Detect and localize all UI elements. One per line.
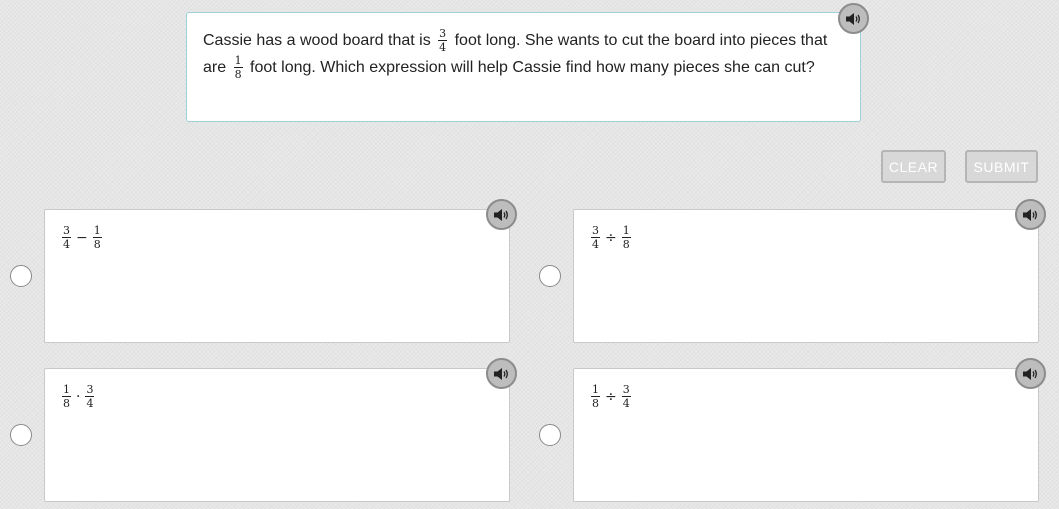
question-audio-button[interactable] bbox=[838, 3, 869, 34]
option-3-fraction-b: 34 bbox=[85, 383, 95, 410]
option-2-operator: ÷ bbox=[605, 229, 617, 246]
option-4-fraction-b: 34 bbox=[621, 383, 631, 410]
option-4-card[interactable]: 18 ÷ 34 bbox=[573, 368, 1039, 502]
option-3-fraction-a: 18 bbox=[62, 383, 71, 410]
question-text-3: foot long. Which expression will help Ca… bbox=[250, 59, 815, 76]
question-fraction-2: 18 bbox=[233, 54, 243, 82]
option-3-expression: 18 · 34 bbox=[61, 384, 95, 409]
option-2-fraction-a: 34 bbox=[591, 224, 600, 251]
option-1-fraction-a: 34 bbox=[62, 224, 71, 251]
option-4-audio-button[interactable] bbox=[1015, 358, 1046, 389]
option-3-card[interactable]: 18 · 34 bbox=[44, 368, 510, 502]
speaker-icon bbox=[845, 12, 860, 25]
option-3-operator: · bbox=[76, 388, 81, 405]
question-box: Cassie has a wood board that is 34 foot … bbox=[186, 12, 861, 122]
option-2-radio[interactable] bbox=[539, 265, 561, 287]
option-2-fraction-b: 18 bbox=[621, 224, 631, 251]
question-text-1: Cassie has a wood board that is bbox=[203, 32, 431, 49]
option-4-radio[interactable] bbox=[539, 424, 561, 446]
option-4-expression: 18 ÷ 34 bbox=[590, 384, 632, 409]
question-fraction-1: 34 bbox=[438, 27, 448, 55]
option-3-audio-button[interactable] bbox=[486, 358, 517, 389]
option-3-radio[interactable] bbox=[10, 424, 32, 446]
option-1-operator: − bbox=[76, 229, 88, 246]
clear-button[interactable]: CLEAR bbox=[881, 150, 946, 183]
option-1-card[interactable]: 34 − 18 bbox=[44, 209, 510, 343]
speaker-icon bbox=[493, 208, 508, 221]
option-2-audio-button[interactable] bbox=[1015, 199, 1046, 230]
option-1-fraction-b: 18 bbox=[92, 224, 102, 251]
option-1-radio[interactable] bbox=[10, 265, 32, 287]
option-1-audio-button[interactable] bbox=[486, 199, 517, 230]
option-2-expression: 34 ÷ 18 bbox=[590, 225, 632, 250]
speaker-icon bbox=[493, 367, 508, 380]
speaker-icon bbox=[1022, 208, 1037, 221]
option-4-operator: ÷ bbox=[605, 388, 617, 405]
option-1-expression: 34 − 18 bbox=[61, 225, 103, 250]
option-4-fraction-a: 18 bbox=[591, 383, 600, 410]
option-2-card[interactable]: 34 ÷ 18 bbox=[573, 209, 1039, 343]
speaker-icon bbox=[1022, 367, 1037, 380]
submit-button[interactable]: SUBMIT bbox=[965, 150, 1038, 183]
